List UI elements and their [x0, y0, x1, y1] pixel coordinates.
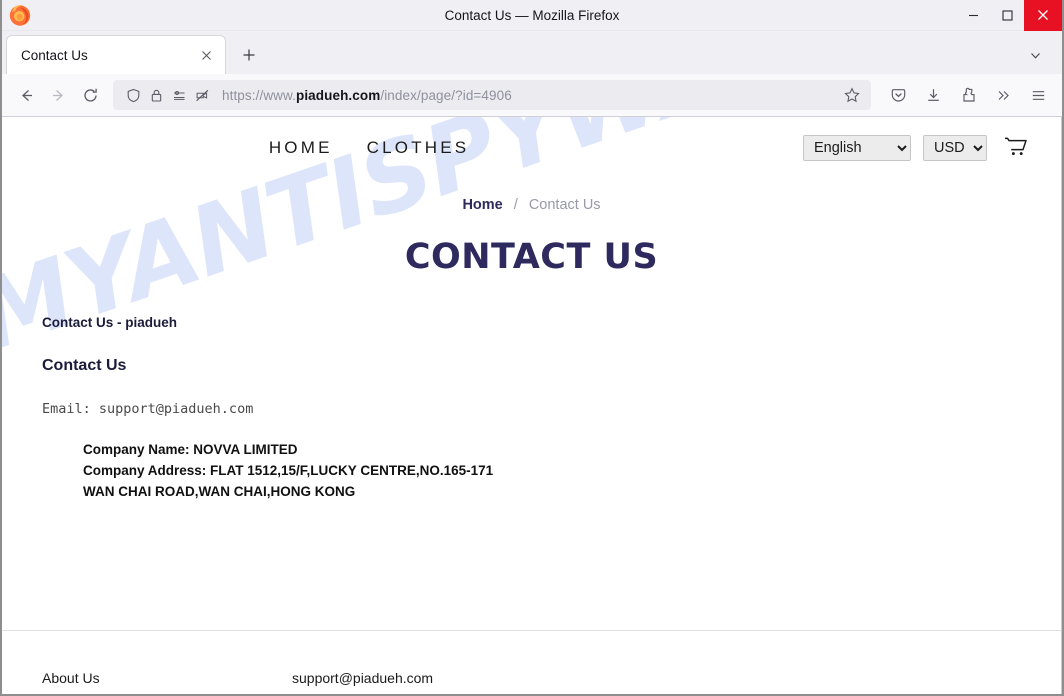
- footer-email-link[interactable]: support@piadueh.com: [292, 665, 433, 692]
- currency-select[interactable]: USD: [923, 135, 987, 161]
- minimize-button[interactable]: [956, 0, 990, 31]
- url-bar[interactable]: https://www.piadueh.com/index/page/?id=4…: [113, 80, 871, 110]
- permissions-icon[interactable]: [168, 84, 190, 106]
- footer-link-contact-us[interactable]: Contact Us: [42, 692, 292, 694]
- url-text[interactable]: https://www.piadueh.com/index/page/?id=4…: [222, 88, 839, 103]
- tab-contact-us[interactable]: Contact Us: [6, 35, 226, 74]
- camera-blocked-icon[interactable]: [191, 84, 213, 106]
- reload-button[interactable]: [74, 79, 106, 111]
- content-heading: Contact Us: [42, 357, 127, 374]
- site-footer: About Us Contact Us support@piadueh.com: [2, 630, 1061, 694]
- tab-close-icon[interactable]: [195, 44, 217, 66]
- cart-icon[interactable]: [999, 133, 1033, 163]
- firefox-logo-icon: [7, 2, 33, 28]
- nav-link-home[interactable]: HOME: [269, 138, 333, 158]
- maximize-button[interactable]: [990, 0, 1024, 31]
- footer-link-about-us[interactable]: About Us: [42, 665, 292, 692]
- company-address-line-2: WAN CHAI ROAD,WAN CHAI,HONG KONG: [83, 484, 356, 499]
- window-controls: [956, 0, 1062, 31]
- company-name: Company Name: NOVVA LIMITED: [83, 442, 298, 457]
- window-title: Contact Us — Mozilla Firefox: [444, 7, 620, 23]
- title-bar: Contact Us — Mozilla Firefox: [2, 0, 1062, 31]
- hamburger-icon[interactable]: [1022, 79, 1054, 111]
- content-subtitle: Contact Us - piadueh: [42, 315, 178, 330]
- company-info-block: Company Name: NOVVA LIMITED Company Addr…: [42, 439, 1021, 502]
- list-all-tabs-icon[interactable]: [1022, 42, 1048, 68]
- footer-row: About Us Contact Us support@piadueh.com: [42, 665, 1021, 694]
- site-header: HOME CLOTHES English USD: [2, 117, 1061, 179]
- contact-email-line: Email: support@piadueh.com: [42, 401, 254, 417]
- close-window-button[interactable]: [1024, 0, 1062, 31]
- language-select[interactable]: English: [803, 135, 911, 161]
- web-page: MYANTISPYWARE.COM HOME CLOTHES English U…: [2, 117, 1061, 694]
- breadcrumb-current: Contact Us: [528, 197, 601, 213]
- new-tab-button[interactable]: [234, 40, 264, 70]
- tab-title: Contact Us: [21, 47, 88, 63]
- bookmark-star-icon[interactable]: [839, 82, 865, 108]
- extension-icon[interactable]: [952, 79, 984, 111]
- shield-icon[interactable]: [122, 84, 144, 106]
- back-button[interactable]: [10, 79, 42, 111]
- breadcrumb-home-link[interactable]: Home: [462, 197, 502, 213]
- main-navigation: HOME CLOTHES: [169, 138, 470, 158]
- toolbar-right-group: [882, 79, 1054, 111]
- lock-icon[interactable]: [145, 84, 167, 106]
- page-title: CONTACT US: [404, 237, 659, 277]
- forward-button[interactable]: [42, 79, 74, 111]
- download-icon[interactable]: [917, 79, 949, 111]
- page-viewport: MYANTISPYWARE.COM HOME CLOTHES English U…: [2, 117, 1062, 694]
- browser-window: Contact Us — Mozilla Firefox Contact Us: [0, 0, 1064, 696]
- breadcrumb-separator: /: [513, 197, 518, 213]
- header-right-controls: English USD: [803, 133, 1033, 163]
- tab-strip: Contact Us: [2, 31, 1062, 74]
- footer-email-column: support@piadueh.com: [292, 665, 433, 694]
- company-address-line-1: Company Address: FLAT 1512,15/F,LUCKY CE…: [83, 463, 494, 478]
- nav-link-clothes[interactable]: CLOTHES: [367, 138, 470, 158]
- footer-links-column: About Us Contact Us: [42, 665, 292, 694]
- navigation-toolbar: https://www.piadueh.com/index/page/?id=4…: [2, 74, 1062, 117]
- breadcrumb: Home / Contact Us: [2, 197, 1061, 213]
- pocket-icon[interactable]: [882, 79, 914, 111]
- chevron-double-right-icon[interactable]: [987, 79, 1019, 111]
- page-content: Contact Us - piadueh Contact Us Email: s…: [2, 315, 1061, 502]
